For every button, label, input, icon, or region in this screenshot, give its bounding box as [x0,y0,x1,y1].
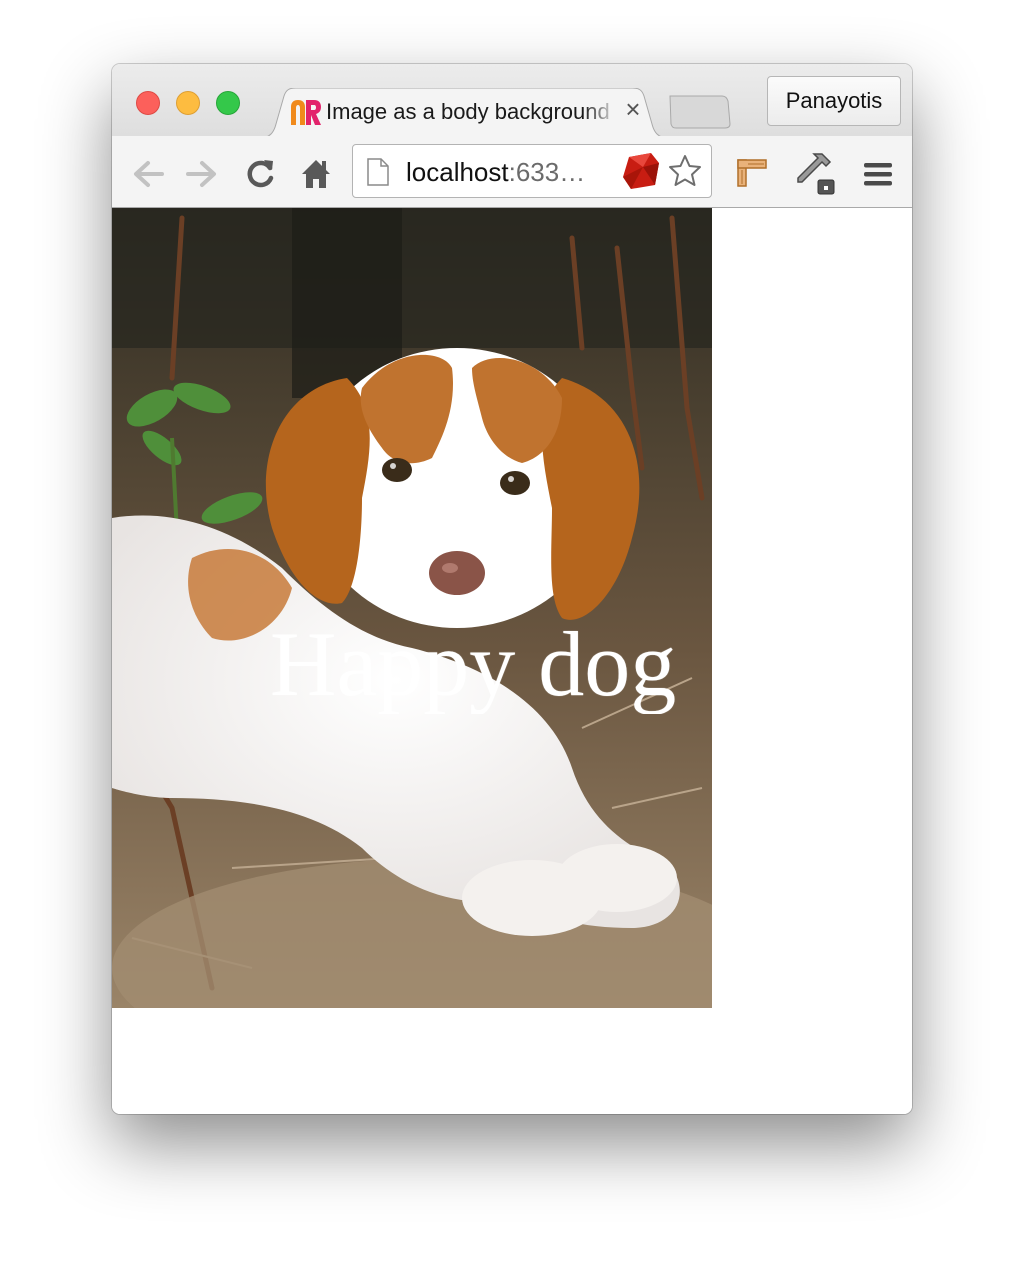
new-tab-button[interactable] [666,94,732,130]
url-text[interactable]: localhost:633… [406,157,585,188]
extension-icon[interactable] [732,152,772,192]
page-icon [367,158,389,186]
back-arrow-icon[interactable] [130,156,166,192]
minimize-window-button[interactable] [176,91,200,115]
profile-button[interactable]: Panayotis [767,76,901,126]
forward-arrow-icon[interactable] [184,156,220,192]
page-viewport: Happy dog [112,208,912,1114]
active-tab[interactable]: Image as a body background × [260,88,668,138]
browser-toolbar: localhost:633… [112,136,912,208]
url-host: localhost [406,157,509,187]
menu-icon[interactable] [860,156,896,192]
ruby-icon[interactable] [621,151,661,191]
browser-window: Image as a body background × Panayotis l… [112,64,912,1114]
url-port: :633… [508,157,586,187]
page-headline: Happy dog [270,614,677,714]
address-bar[interactable]: localhost:633… [352,144,712,198]
rubymine-logo-icon [291,100,321,125]
title-bar: Image as a body background × Panayotis [112,64,912,138]
puppy-photo [112,208,712,1008]
tab-close-icon[interactable]: × [620,96,646,122]
reload-icon[interactable] [242,156,278,192]
close-window-button[interactable] [136,91,160,115]
tab-title: Image as a body background [326,99,610,124]
home-icon[interactable] [298,156,334,192]
puppy-illustration [112,208,712,1008]
zoom-window-button[interactable] [216,91,240,115]
eyedropper-icon[interactable] [792,148,840,196]
star-icon[interactable] [667,153,703,189]
